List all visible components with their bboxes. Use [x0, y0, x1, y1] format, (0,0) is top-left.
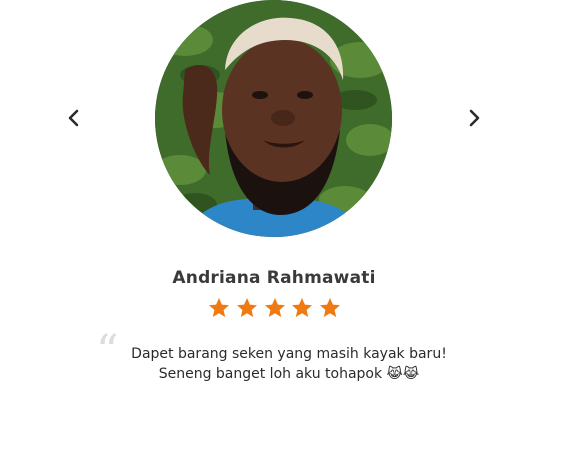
star-rating — [207, 296, 342, 320]
next-button[interactable] — [460, 104, 488, 132]
review-line: Dapet barang seken yang masih kayak baru… — [131, 346, 447, 362]
testimonial-slider: Andriana Rahmawati “ Dapet barang seken … — [0, 0, 579, 456]
review-line: Seneng banget loh aku tohapok 😹😹 — [158, 366, 420, 382]
chevron-left-icon — [68, 109, 79, 127]
star-icon — [264, 298, 285, 317]
reviewer-name: Andriana Rahmawati — [172, 268, 376, 288]
previous-button[interactable] — [60, 104, 88, 132]
avatar-photo — [155, 0, 392, 237]
chevron-right-icon — [469, 109, 480, 127]
star-icon — [209, 298, 229, 317]
avatar — [155, 0, 392, 237]
star-icon — [292, 298, 313, 317]
review-text: Dapet barang seken yang masih kayak baru… — [110, 344, 468, 384]
star-icon — [320, 298, 340, 317]
star-icon — [236, 298, 257, 317]
